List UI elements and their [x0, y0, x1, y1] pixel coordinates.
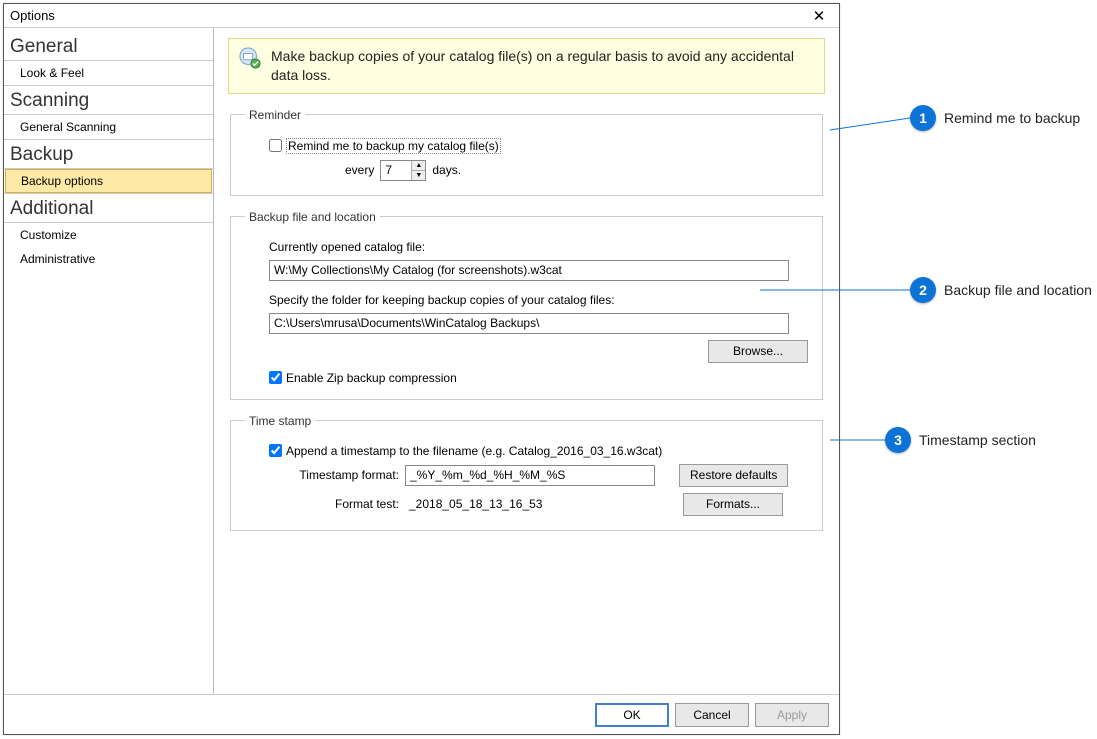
sidebar-category-additional[interactable]: Additional	[4, 193, 213, 223]
remind-checkbox[interactable]	[269, 139, 282, 152]
sidebar-category-scanning[interactable]: Scanning	[4, 85, 213, 115]
callout-3-number: 3	[885, 427, 911, 453]
callout-1-number: 1	[910, 105, 936, 131]
zip-checkbox-text: Enable Zip backup compression	[286, 371, 457, 385]
callout-3: 3 Timestamp section	[885, 427, 1036, 453]
zip-checkbox[interactable]	[269, 371, 282, 384]
options-dialog: Options ✕ General Look & Feel Scanning G…	[3, 3, 840, 735]
sidebar-item-backup-options[interactable]: Backup options	[5, 169, 212, 193]
sidebar: General Look & Feel Scanning General Sca…	[4, 28, 214, 694]
current-catalog-input[interactable]	[269, 260, 789, 281]
spinner-up-icon[interactable]: ▲	[412, 161, 425, 171]
window-title: Options	[10, 8, 55, 23]
timestamp-format-input[interactable]	[405, 465, 655, 486]
ok-button[interactable]: OK	[595, 703, 669, 727]
timestamp-format-label: Timestamp format:	[269, 468, 399, 482]
days-spinner[interactable]: ▲ ▼	[380, 160, 426, 181]
apply-button[interactable]: Apply	[755, 703, 829, 727]
backup-folder-input[interactable]	[269, 313, 789, 334]
callout-3-text: Timestamp section	[919, 432, 1036, 448]
append-timestamp-checkbox[interactable]	[269, 444, 282, 457]
sidebar-item-customize[interactable]: Customize	[4, 223, 213, 247]
reminder-legend: Reminder	[245, 108, 305, 122]
cancel-button[interactable]: Cancel	[675, 703, 749, 727]
info-banner: Make backup copies of your catalog file(…	[228, 38, 825, 94]
days-label: days.	[432, 163, 461, 177]
close-icon[interactable]: ✕	[805, 7, 833, 25]
zip-checkbox-label[interactable]: Enable Zip backup compression	[269, 371, 457, 385]
format-test-label: Format test:	[269, 497, 399, 511]
main-panel: Make backup copies of your catalog file(…	[214, 28, 839, 694]
timestamp-legend: Time stamp	[245, 414, 315, 428]
reminder-group: Reminder Remind me to backup my catalog …	[230, 108, 823, 196]
sidebar-item-look-and-feel[interactable]: Look & Feel	[4, 61, 213, 85]
location-legend: Backup file and location	[245, 210, 380, 224]
sidebar-category-backup[interactable]: Backup	[4, 139, 213, 169]
callout-1: 1 Remind me to backup	[910, 105, 1080, 131]
current-catalog-label: Currently opened catalog file:	[269, 240, 425, 254]
format-test-value: _2018_05_18_13_16_53	[405, 497, 659, 511]
backup-icon	[239, 47, 261, 69]
backup-folder-label: Specify the folder for keeping backup co…	[269, 293, 615, 307]
sidebar-category-general[interactable]: General	[4, 32, 213, 61]
spinner-down-icon[interactable]: ▼	[412, 171, 425, 180]
remind-checkbox-label[interactable]: Remind me to backup my catalog file(s)	[269, 138, 501, 154]
location-group: Backup file and location Currently opene…	[230, 210, 823, 400]
every-label: every	[345, 163, 374, 177]
callout-1-text: Remind me to backup	[944, 110, 1080, 126]
titlebar: Options ✕	[4, 4, 839, 28]
callout-2: 2 Backup file and location	[910, 277, 1092, 303]
banner-text: Make backup copies of your catalog file(…	[271, 47, 814, 85]
formats-button[interactable]: Formats...	[683, 493, 783, 516]
timestamp-group: Time stamp Append a timestamp to the fil…	[230, 414, 823, 531]
callout-2-number: 2	[910, 277, 936, 303]
sidebar-item-administrative[interactable]: Administrative	[4, 247, 213, 271]
remind-checkbox-text: Remind me to backup my catalog file(s)	[286, 138, 501, 154]
restore-defaults-button[interactable]: Restore defaults	[679, 464, 788, 487]
days-input[interactable]	[381, 161, 411, 180]
dialog-body: General Look & Feel Scanning General Sca…	[4, 28, 839, 694]
sidebar-item-general-scanning[interactable]: General Scanning	[4, 115, 213, 139]
browse-button[interactable]: Browse...	[708, 340, 808, 363]
append-timestamp-label[interactable]: Append a timestamp to the filename (e.g.…	[269, 444, 662, 458]
callout-2-text: Backup file and location	[944, 282, 1092, 298]
append-timestamp-text: Append a timestamp to the filename (e.g.…	[286, 444, 662, 458]
dialog-footer: OK Cancel Apply	[4, 694, 839, 734]
